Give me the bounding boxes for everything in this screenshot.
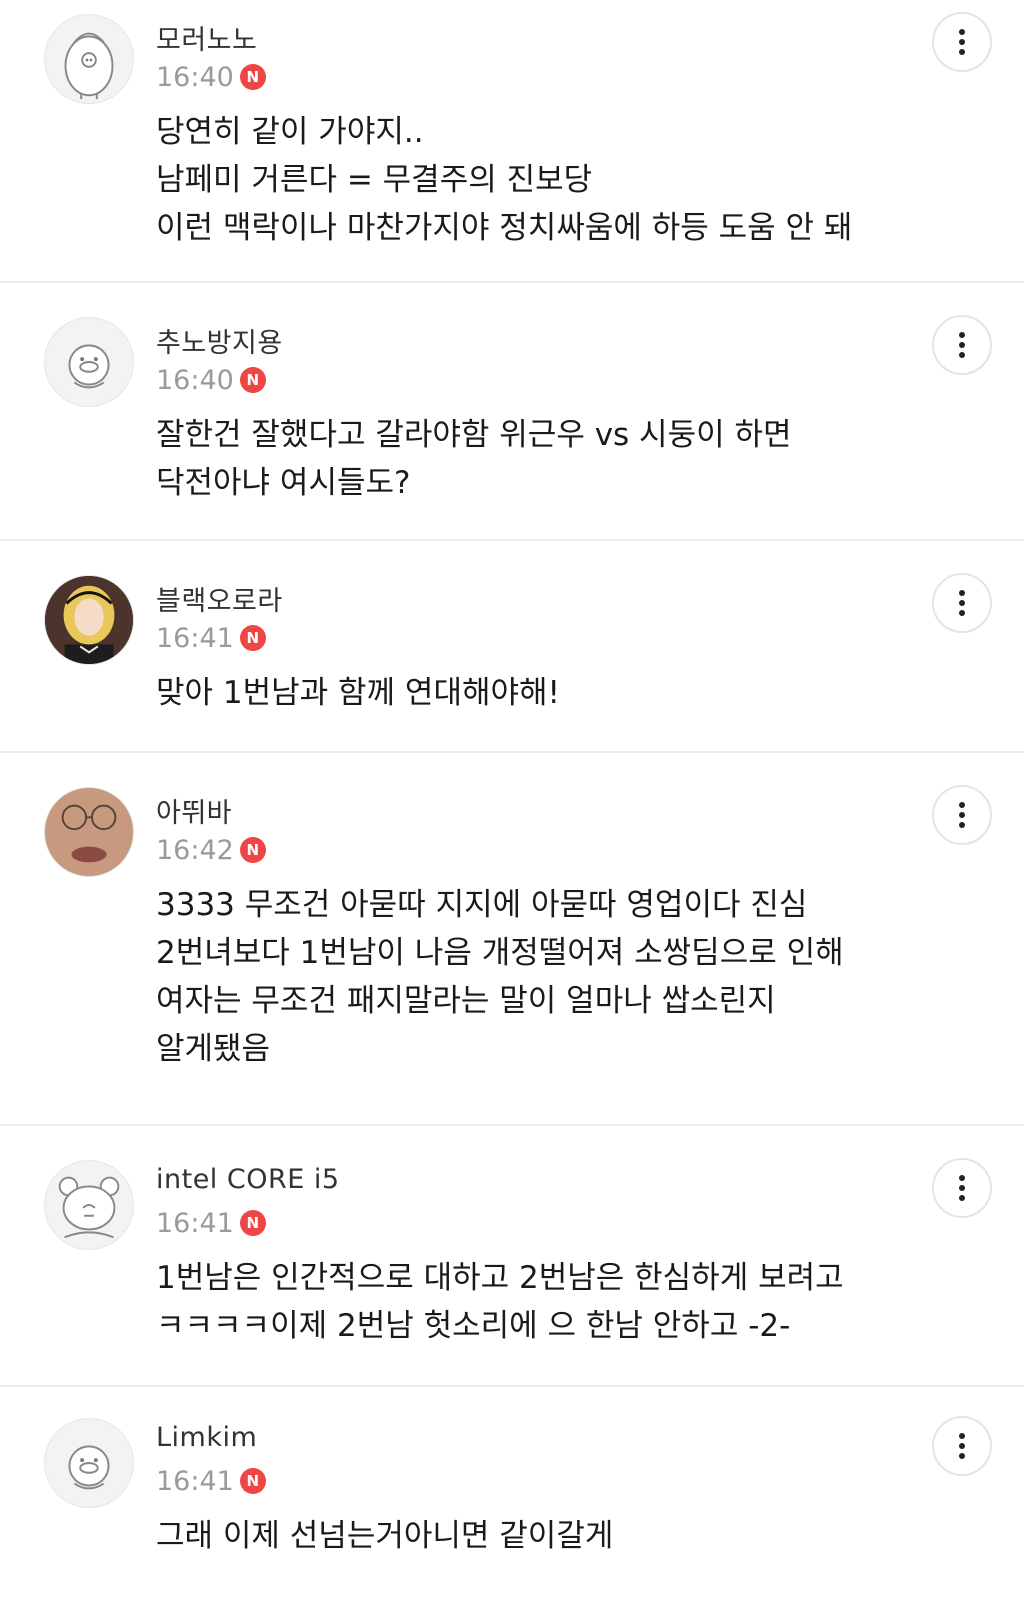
comment-body: 그래 이제 선넘는거아니면 같이갈게 [156,1512,916,1560]
comment-line: 닥전아냐 여시들도? [156,465,411,501]
comment-item: intel CORE i5 16:41 N 1번남은 인간적으로 대하고 2번남… [0,1146,1024,1387]
duck-avatar-icon[interactable] [44,1418,134,1508]
comment-meta: 16:40 N [156,60,266,94]
comment-line: ㅋㅋㅋㅋ이제 2번남 헛소리에 으 한남 안하고 -2- [156,1308,791,1344]
comment-nickname[interactable]: 추노방지용 [156,321,283,360]
comment-time: 16:41 [156,1207,234,1239]
more-options-button[interactable] [932,573,992,633]
more-vertical-icon [959,802,965,828]
comment-body: 1번남은 인간적으로 대하고 2번남은 한심하게 보려고 ㅋㅋㅋㅋ이제 2번남 … [156,1254,916,1350]
face-avatar-photo[interactable] [44,787,134,877]
comment-line: 이런 맥락이나 마찬가지야 정치싸움에 하등 도움 안 돼 [156,210,853,246]
new-badge-icon: N [239,64,266,90]
comment-line: 알게됐음 [156,1031,271,1067]
more-options-button[interactable] [932,1416,992,1476]
comment-item: Limkim 16:41 N 그래 이제 선넘는거아니면 같이갈게 [0,1404,1024,1613]
comment-time: 16:40 [156,364,234,396]
more-options-button[interactable] [932,315,992,375]
comment-nickname[interactable]: intel CORE i5 [156,1164,340,1195]
new-badge-icon: N [239,367,266,393]
comment-body: 3333 무조건 아묻따 지지에 아묻따 영업이다 진심 2번녀보다 1번남이 … [156,881,916,1073]
bear-avatar-icon[interactable] [44,1160,134,1250]
penguin-avatar-icon[interactable] [44,14,134,104]
more-vertical-icon [959,1175,965,1201]
comment-line: 1번남은 인간적으로 대하고 2번남은 한심하게 보려고 [156,1260,844,1296]
comment-list: 모러노노 16:40 N 당연히 같이 가야지.. 남페미 거른다 = 무결주의… [0,0,1024,1613]
comment-time: 16:40 [156,61,234,93]
more-vertical-icon [959,29,965,55]
more-vertical-icon [959,590,965,616]
comment-time: 16:41 [156,1465,234,1497]
comment-meta: 16:40 N [156,363,266,397]
more-options-button[interactable] [932,785,992,845]
comment-nickname[interactable]: 블랙오로라 [156,579,283,618]
comment-line: 3333 무조건 아묻따 지지에 아묻따 영업이다 진심 [156,887,808,923]
comment-item: 추노방지용 16:40 N 잘한건 잘했다고 갈라야함 위근우 vs 시둥이 하… [0,303,1024,541]
comment-meta: 16:42 N [156,833,266,867]
comment-time: 16:42 [156,834,234,866]
comment-meta: 16:41 N [156,621,266,655]
more-options-button[interactable] [932,1158,992,1218]
comment-meta: 16:41 N [156,1206,266,1240]
more-vertical-icon [959,1433,965,1459]
more-options-button[interactable] [932,12,992,72]
new-badge-icon: N [239,837,266,863]
comment-body: 당연히 같이 가야지.. 남페미 거른다 = 무결주의 진보당 이런 맥락이나 … [156,108,916,252]
comment-item: 블랙오로라 16:41 N 맞아 1번남과 함께 연대해야해! [0,561,1024,753]
comment-nickname[interactable]: 모러노노 [156,18,257,57]
comment-line: 남페미 거른다 = 무결주의 진보당 [156,162,593,198]
princess-avatar-photo[interactable] [44,575,134,665]
new-badge-icon: N [239,1210,266,1236]
more-vertical-icon [959,332,965,358]
duck-avatar-icon[interactable] [44,317,134,407]
comment-body: 잘한건 잘했다고 갈라야함 위근우 vs 시둥이 하면 닥전아냐 여시들도? [156,411,916,507]
comment-item: 아뛰바 16:42 N 3333 무조건 아묻따 지지에 아묻따 영업이다 진심… [0,773,1024,1126]
comment-nickname[interactable]: 아뛰바 [156,791,232,830]
comment-nickname[interactable]: Limkim [156,1422,257,1453]
comment-line: 맞아 1번남과 함께 연대해야해! [156,675,560,711]
comment-item: 모러노노 16:40 N 당연히 같이 가야지.. 남페미 거른다 = 무결주의… [0,0,1024,283]
new-badge-icon: N [239,625,266,651]
comment-line: 그래 이제 선넘는거아니면 같이갈게 [156,1518,614,1554]
comment-body: 맞아 1번남과 함께 연대해야해! [156,669,916,717]
new-badge-icon: N [239,1468,266,1494]
comment-line: 여자는 무조건 패지말라는 말이 얼마나 쌉소린지 [156,983,776,1019]
comment-line: 잘한건 잘했다고 갈라야함 위근우 vs 시둥이 하면 [156,417,792,453]
comment-meta: 16:41 N [156,1464,266,1498]
comment-time: 16:41 [156,622,234,654]
comment-line: 당연히 같이 가야지.. [156,114,424,150]
comment-line: 2번녀보다 1번남이 나음 개정떨어져 소쌍딤으로 인해 [156,935,844,971]
